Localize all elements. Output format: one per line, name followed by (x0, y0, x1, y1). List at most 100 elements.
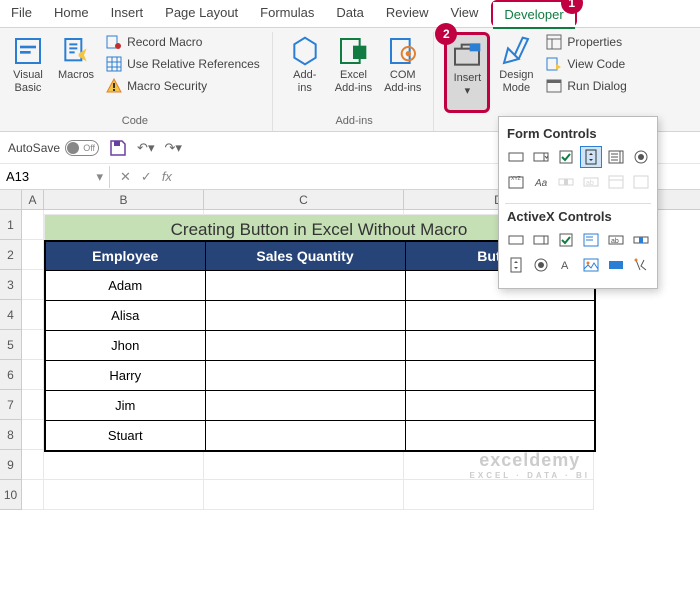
design-mode-button[interactable]: Design Mode (494, 32, 538, 113)
com-addins-button[interactable]: COM Add-ins (380, 32, 425, 113)
chevron-down-icon: ▾ (465, 85, 471, 97)
row-header[interactable]: 2 (0, 240, 22, 270)
cell[interactable] (44, 480, 204, 510)
table-cell-button[interactable] (405, 301, 595, 331)
excel-addins-button[interactable]: Excel Add-ins (331, 32, 376, 113)
tab-home[interactable]: Home (43, 0, 100, 27)
cell[interactable] (22, 270, 44, 300)
properties-button[interactable]: Properties (542, 32, 630, 52)
record-macro-button[interactable]: Record Macro (102, 32, 264, 52)
macros-button[interactable]: Macros (54, 32, 98, 113)
form-option-control[interactable] (630, 146, 652, 168)
table-cell-qty[interactable] (205, 421, 405, 451)
insert-controls-button[interactable]: 2 Insert▾ (444, 32, 490, 113)
row-header[interactable]: 9 (0, 450, 22, 480)
table-cell-employee[interactable]: Stuart (45, 421, 205, 451)
cell[interactable] (22, 330, 44, 360)
tab-review[interactable]: Review (375, 0, 440, 27)
form-button-control[interactable] (505, 146, 527, 168)
col-header-b[interactable]: B (44, 190, 204, 209)
name-box[interactable]: A13 ▾ (0, 166, 110, 188)
tab-insert[interactable]: Insert (100, 0, 155, 27)
ax-image-control[interactable] (580, 254, 602, 276)
row-header[interactable]: 10 (0, 480, 22, 510)
run-dialog-button[interactable]: Run Dialog (542, 76, 630, 96)
fx-cancel-icon[interactable]: ✕ (120, 169, 131, 185)
row-header[interactable]: 5 (0, 330, 22, 360)
form-label-control[interactable]: Aa (530, 171, 552, 193)
tab-data[interactable]: Data (325, 0, 374, 27)
ax-label-control[interactable]: A (555, 254, 577, 276)
tab-formulas[interactable]: Formulas (249, 0, 325, 27)
form-textfield-control[interactable]: ab (580, 171, 602, 193)
form-checkbox-control[interactable] (555, 146, 577, 168)
cell[interactable] (204, 450, 404, 480)
row-header[interactable]: 1 (0, 210, 22, 240)
ax-combo-control[interactable] (530, 229, 552, 251)
table-cell-button[interactable] (405, 391, 595, 421)
cell[interactable] (404, 480, 594, 510)
cell[interactable] (22, 420, 44, 450)
form-edit-control[interactable] (630, 171, 652, 193)
macro-security-button[interactable]: Macro Security (102, 76, 264, 96)
tab-file[interactable]: File (0, 0, 43, 27)
cell[interactable] (22, 480, 44, 510)
table-cell-employee[interactable]: Alisa (45, 301, 205, 331)
row-header[interactable]: 7 (0, 390, 22, 420)
ax-textbox-control[interactable]: ab (605, 229, 627, 251)
autosave-toggle[interactable]: AutoSave Off (8, 140, 99, 156)
cell[interactable] (22, 210, 44, 240)
row-header[interactable]: 6 (0, 360, 22, 390)
cell[interactable] (22, 450, 44, 480)
table-cell-employee[interactable]: Adam (45, 271, 205, 301)
cell[interactable] (44, 450, 204, 480)
table-cell-qty[interactable] (205, 361, 405, 391)
row-header[interactable]: 4 (0, 300, 22, 330)
visual-basic-button[interactable]: Visual Basic (6, 32, 50, 113)
table-cell-qty[interactable] (205, 391, 405, 421)
form-groupbox-control[interactable]: XYZ (505, 171, 527, 193)
col-header-a[interactable]: A (22, 190, 44, 209)
table-cell-button[interactable] (405, 331, 595, 361)
form-scrollbar-control[interactable] (555, 171, 577, 193)
table-cell-qty[interactable] (205, 301, 405, 331)
row-header[interactable]: 8 (0, 420, 22, 450)
table-cell-button[interactable] (405, 421, 595, 451)
table-cell-qty[interactable] (205, 271, 405, 301)
fx-icon[interactable]: fx (162, 169, 172, 184)
ax-toggle-control[interactable] (605, 254, 627, 276)
use-relative-refs-button[interactable]: Use Relative References (102, 54, 264, 74)
undo-button[interactable]: ↶▾ (137, 140, 154, 156)
form-listbox-control[interactable] (605, 146, 627, 168)
redo-button[interactable]: ↷▾ (164, 140, 181, 156)
form-spinner-control[interactable] (580, 146, 602, 168)
row-header[interactable]: 3 (0, 270, 22, 300)
ax-listbox-control[interactable] (580, 229, 602, 251)
cell[interactable] (22, 300, 44, 330)
col-header-c[interactable]: C (204, 190, 404, 209)
ax-scrollbar-control[interactable] (630, 229, 652, 251)
select-all-corner[interactable] (0, 190, 22, 209)
ax-button-control[interactable] (505, 229, 527, 251)
table-cell-employee[interactable]: Jhon (45, 331, 205, 361)
addins-button[interactable]: Add- ins (283, 32, 327, 113)
fx-enter-icon[interactable]: ✓ (141, 169, 152, 185)
ax-checkbox-control[interactable] (555, 229, 577, 251)
view-code-button[interactable]: View Code (542, 54, 630, 74)
table-cell-qty[interactable] (205, 331, 405, 361)
table-cell-employee[interactable]: Jim (45, 391, 205, 421)
cell[interactable] (22, 390, 44, 420)
form-combo2-control[interactable] (605, 171, 627, 193)
ax-spinner-control[interactable] (505, 254, 527, 276)
cell[interactable] (204, 480, 404, 510)
cell[interactable] (404, 450, 594, 480)
cell[interactable] (22, 240, 44, 270)
ax-more-control[interactable] (630, 254, 652, 276)
cell[interactable] (22, 360, 44, 390)
table-cell-employee[interactable]: Harry (45, 361, 205, 391)
ax-option-control[interactable] (530, 254, 552, 276)
save-button[interactable] (109, 139, 127, 157)
table-cell-button[interactable] (405, 361, 595, 391)
form-combo-control[interactable] (530, 146, 552, 168)
tab-page-layout[interactable]: Page Layout (154, 0, 249, 27)
